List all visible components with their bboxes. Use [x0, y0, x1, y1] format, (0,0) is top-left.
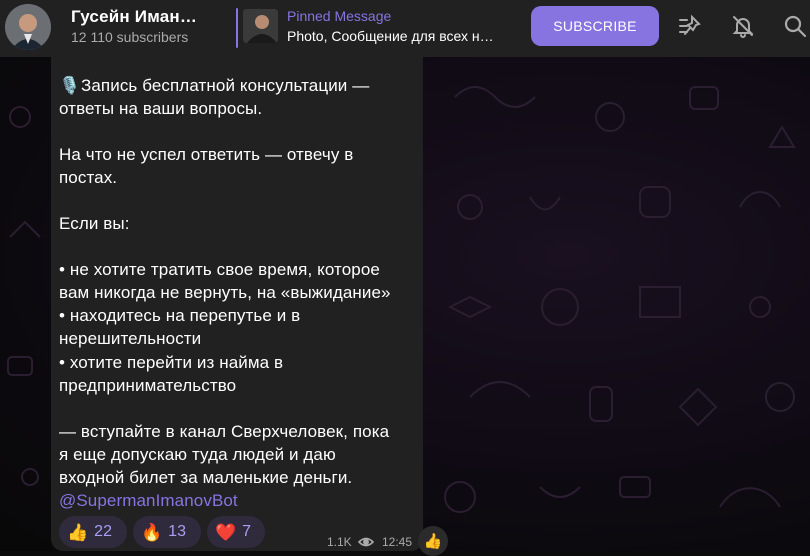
pinned-list-icon[interactable] — [676, 12, 704, 40]
message-line: • не хотите тратить свое время, которое — [59, 260, 380, 279]
reaction-count: 7 — [242, 523, 252, 540]
search-icon[interactable] — [781, 12, 809, 40]
fire-icon: 🔥 — [141, 522, 163, 542]
message-line: постах. — [59, 168, 118, 187]
channel-avatar[interactable] — [5, 4, 51, 50]
message-line: я еще допускаю туда людей и даю — [59, 445, 336, 464]
pinned-message-preview[interactable]: Photo, Сообщение для всех н… — [287, 28, 509, 44]
pinned-indicator-bar — [236, 8, 238, 48]
reaction-thumbs-up[interactable]: 👍 22 — [59, 516, 127, 548]
message-line: вам никогда не вернуть, на «выжидание» — [59, 283, 391, 302]
reaction-count: 22 — [94, 523, 112, 540]
message-line: входной билет за маленькие деньги. — [59, 468, 353, 487]
message-line: нерешительности — [59, 329, 202, 348]
message-line: На что не успел ответить — отвечу в — [59, 145, 354, 164]
microphone-icon: 🎙️ — [59, 76, 81, 95]
message-line: • хотите перейти из найма в — [59, 353, 284, 372]
message-line: — вступайте в канал Сверхчеловек, пока — [59, 422, 390, 441]
eye-icon — [357, 536, 375, 551]
subscriber-count: 12 110 subscribers — [71, 29, 189, 45]
message-line: Запись бесплатной консультации — — [81, 76, 370, 95]
quick-reaction-button[interactable]: 👍 — [418, 526, 448, 556]
pinned-thumbnail[interactable] — [243, 9, 278, 43]
message-line: Если вы: — [59, 214, 130, 233]
chat-header: Гусейн Иман… 12 110 subscribers Pinned M… — [0, 0, 810, 57]
subscribe-button[interactable]: SUBSCRIBE — [531, 6, 659, 46]
reaction-count: 13 — [168, 523, 186, 540]
thumbs-up-icon: 👍 — [67, 522, 89, 542]
reaction-fire[interactable]: 🔥 13 — [133, 516, 201, 548]
heart-icon: ❤️ — [215, 522, 237, 542]
message-line: • находитесь на перепутье и в — [59, 306, 301, 325]
message-time: 12:45 — [382, 535, 413, 549]
thumbs-up-icon: 👍 — [423, 533, 443, 550]
message-line: ответы на ваши вопросы. — [59, 99, 263, 118]
pinned-message-label[interactable]: Pinned Message — [287, 8, 391, 24]
message-line: предпринимательство — [59, 376, 237, 395]
reaction-heart[interactable]: ❤️ 7 — [207, 516, 265, 548]
channel-title[interactable]: Гусейн Иман… — [71, 7, 197, 27]
bot-link[interactable]: @SupermanImanovBot — [59, 491, 238, 511]
mute-bell-icon[interactable] — [729, 12, 757, 40]
view-count: 1.1K — [327, 535, 352, 549]
